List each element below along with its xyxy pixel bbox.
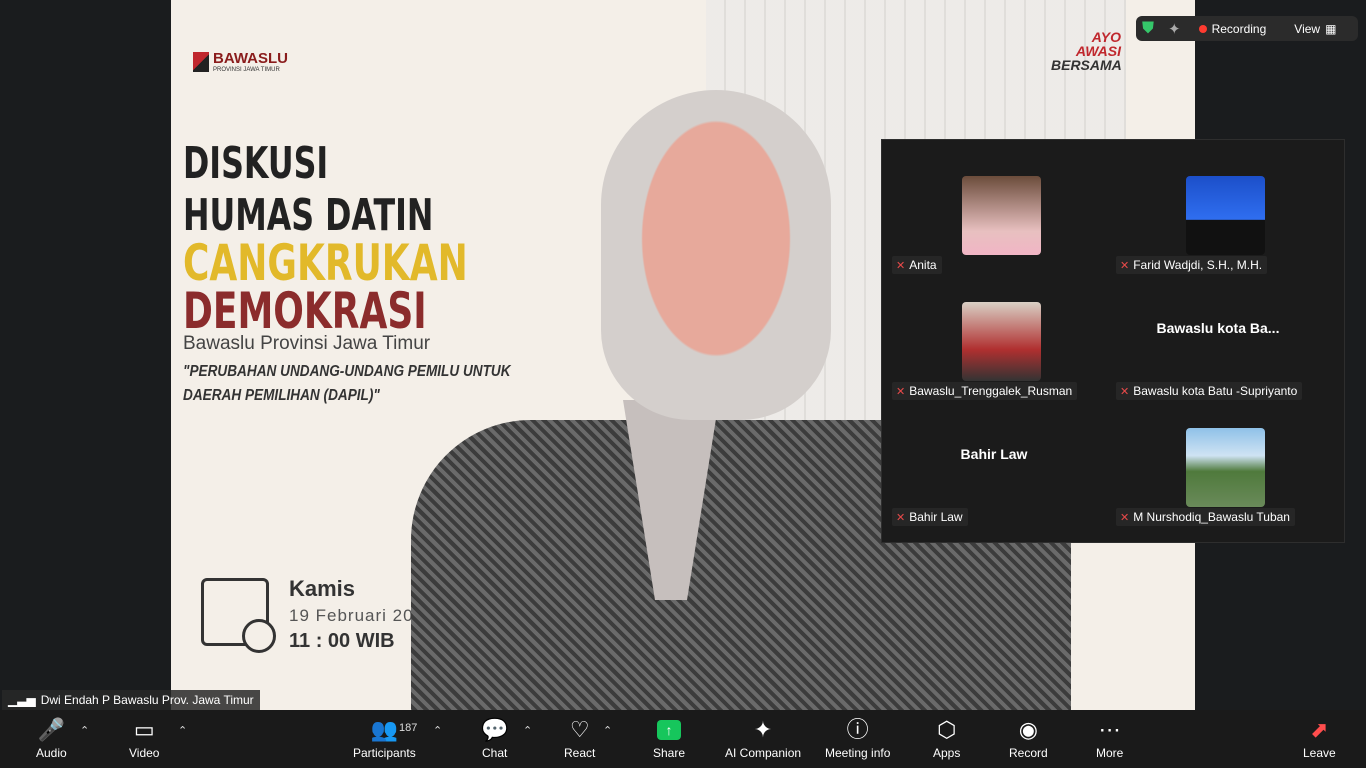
campaign-line-1: AYO (1091, 29, 1121, 45)
meeting-info-label: Meeting info (825, 746, 891, 760)
react-button[interactable]: ♡ React (564, 716, 595, 760)
active-speaker-name: Dwi Endah P Bawaslu Prov. Jawa Timur (40, 693, 254, 707)
poster-time: 11 : 00 WIB (289, 630, 395, 652)
participant-tile[interactable]: ✕ Anita (882, 140, 1106, 274)
video-label: Video (129, 746, 160, 760)
mic-muted-icon: ✕ (896, 511, 906, 524)
bawaslu-logo: BAWASLU PROVINSI JAWA TIMUR (193, 50, 288, 73)
mic-muted-icon: ✕ (1120, 511, 1130, 524)
participants-label: Participants (353, 746, 416, 760)
participant-display-name: Bawaslu kota Ba... (1156, 320, 1280, 336)
recording-dot-icon (1198, 24, 1207, 33)
participant-name-tag: ✕ M Nurshodiq_Bawaslu Tuban (1116, 508, 1295, 526)
leave-label: Leave (1303, 746, 1336, 760)
participant-display-name: Bahir Law (960, 446, 1028, 462)
participant-name: M Nurshodiq_Bawaslu Tuban (1133, 510, 1290, 524)
react-options-chevron-icon[interactable]: ⌃ (603, 724, 612, 737)
gallery-panel: ✕ Anita ✕ Farid Wadjdi, S.H., M.H. ✕ Bawasl… (881, 139, 1345, 543)
campaign-line-3: BERSAMA (1051, 57, 1122, 73)
bawaslu-mark-icon (193, 51, 209, 72)
poster-quote-line-1: "PERUBAHAN UNDANG-UNDANG PEMILU UNTUK (183, 363, 511, 380)
ai-sparkle-icon[interactable]: ✦ (1168, 20, 1181, 38)
info-icon: ⓘ (846, 717, 869, 742)
heart-icon: ♡ (569, 717, 590, 742)
audio-button[interactable]: 🎤 Audio (36, 716, 67, 760)
participant-tile[interactable]: ✕ Bawaslu_Trenggalek_Rusman (882, 266, 1106, 400)
meeting-toolbar: 🎤 Audio ⌃ ▭ Video ⌃ 👥 Participants 187 ⌃… (0, 710, 1366, 768)
logo-subtext: PROVINSI JAWA TIMUR (213, 67, 280, 73)
active-speaker-tag: ▁▃▅ Dwi Endah P Bawaslu Prov. Jawa Timur (2, 690, 260, 710)
audio-label: Audio (36, 746, 67, 760)
mic-off-icon: 🎤 (37, 717, 66, 742)
poster-date: 19 Februari 20 (289, 606, 414, 625)
chat-bubble-icon: 💬 (481, 717, 509, 742)
video-button[interactable]: ▭ Video (129, 716, 159, 760)
leave-button[interactable]: ⬈ Leave (1303, 716, 1336, 760)
more-button[interactable]: ⋯ More (1096, 716, 1123, 760)
ai-companion-label: AI Companion (725, 746, 802, 760)
ai-companion-button[interactable]: ✦ AI Companion (725, 716, 801, 760)
ai-sparkle-icon: ✦ (753, 717, 773, 742)
chat-label: Chat (482, 746, 508, 760)
video-options-chevron-icon[interactable]: ⌃ (178, 724, 187, 737)
more-dots-icon: ⋯ (1098, 717, 1121, 742)
share-label: Share (653, 746, 686, 760)
audio-options-chevron-icon[interactable]: ⌃ (80, 724, 89, 737)
poster-quote-line-2: DAERAH PEMILIHAN (DAPIL)" (183, 387, 380, 404)
chat-options-chevron-icon[interactable]: ⌃ (523, 724, 532, 737)
participant-tile[interactable]: Bawaslu kota Ba... ✕ Bawaslu kota Batu -S… (1106, 266, 1330, 400)
participants-options-chevron-icon[interactable]: ⌃ (433, 724, 442, 737)
poster-title-1: DISKUSI (183, 138, 329, 189)
participant-name: Bahir Law (909, 510, 963, 524)
participant-photo (962, 176, 1041, 255)
poster-title-4: DEMOKRASI (183, 282, 427, 340)
participant-name-tag: ✕ Bahir Law (892, 508, 968, 526)
calendar-icon (201, 578, 276, 653)
meeting-info-button[interactable]: ⓘ Meeting info (825, 716, 890, 760)
participant-photo (962, 302, 1041, 381)
apps-label: Apps (933, 746, 961, 760)
poster-organizer: Bawaslu Provinsi Jawa Timur (183, 333, 431, 354)
chat-button[interactable]: 💬 Chat (481, 716, 508, 760)
video-camera-icon: ▭ (133, 717, 155, 742)
record-label: Record (1009, 746, 1048, 760)
record-button[interactable]: ◉ Record (1009, 716, 1048, 760)
leave-door-icon: ⬈ (1310, 717, 1329, 742)
campaign-logo: AYO AWASI BERSAMA (1051, 29, 1122, 100)
logo-text: BAWASLU (213, 50, 288, 67)
participants-icon: 👥 (370, 717, 399, 742)
more-label: More (1096, 746, 1124, 760)
view-label: View (1294, 21, 1321, 36)
recording-label[interactable]: Recording (1212, 22, 1267, 36)
encryption-shield-icon[interactable]: ⛊ (1142, 20, 1160, 38)
apps-icon: ⬡ (937, 717, 957, 742)
participant-tile[interactable]: Bahir Law ✕ Bahir Law (882, 392, 1106, 526)
meeting-status-bar: ⛊ ✦ Recording View ▦ (1136, 16, 1358, 41)
view-button[interactable]: View ▦ (1294, 22, 1336, 36)
participant-tile[interactable]: ✕ Farid Wadjdi, S.H., M.H. (1106, 140, 1330, 274)
record-icon: ◉ (1018, 717, 1038, 742)
apps-button[interactable]: ⬡ Apps (933, 716, 960, 760)
grid-icon: ▦ (1325, 21, 1337, 36)
poster-quote: "PERUBAHAN UNDANG-UNDANG PEMILU UNTUK DA… (183, 360, 511, 408)
poster-day: Kamis (289, 576, 356, 601)
campaign-line-2: AWASI (1075, 43, 1121, 59)
speaker-face (601, 90, 831, 420)
share-screen-icon: ↑ (657, 720, 682, 740)
participants-count: 187 (399, 722, 418, 734)
participant-photo (1186, 176, 1265, 255)
react-label: React (564, 746, 596, 760)
participant-tile[interactable]: ✕ M Nurshodiq_Bawaslu Tuban (1106, 392, 1330, 526)
signal-bars-icon: ▁▃▅ (8, 693, 36, 707)
participant-photo (1186, 428, 1265, 507)
share-button[interactable]: ↑ Share (653, 716, 685, 760)
